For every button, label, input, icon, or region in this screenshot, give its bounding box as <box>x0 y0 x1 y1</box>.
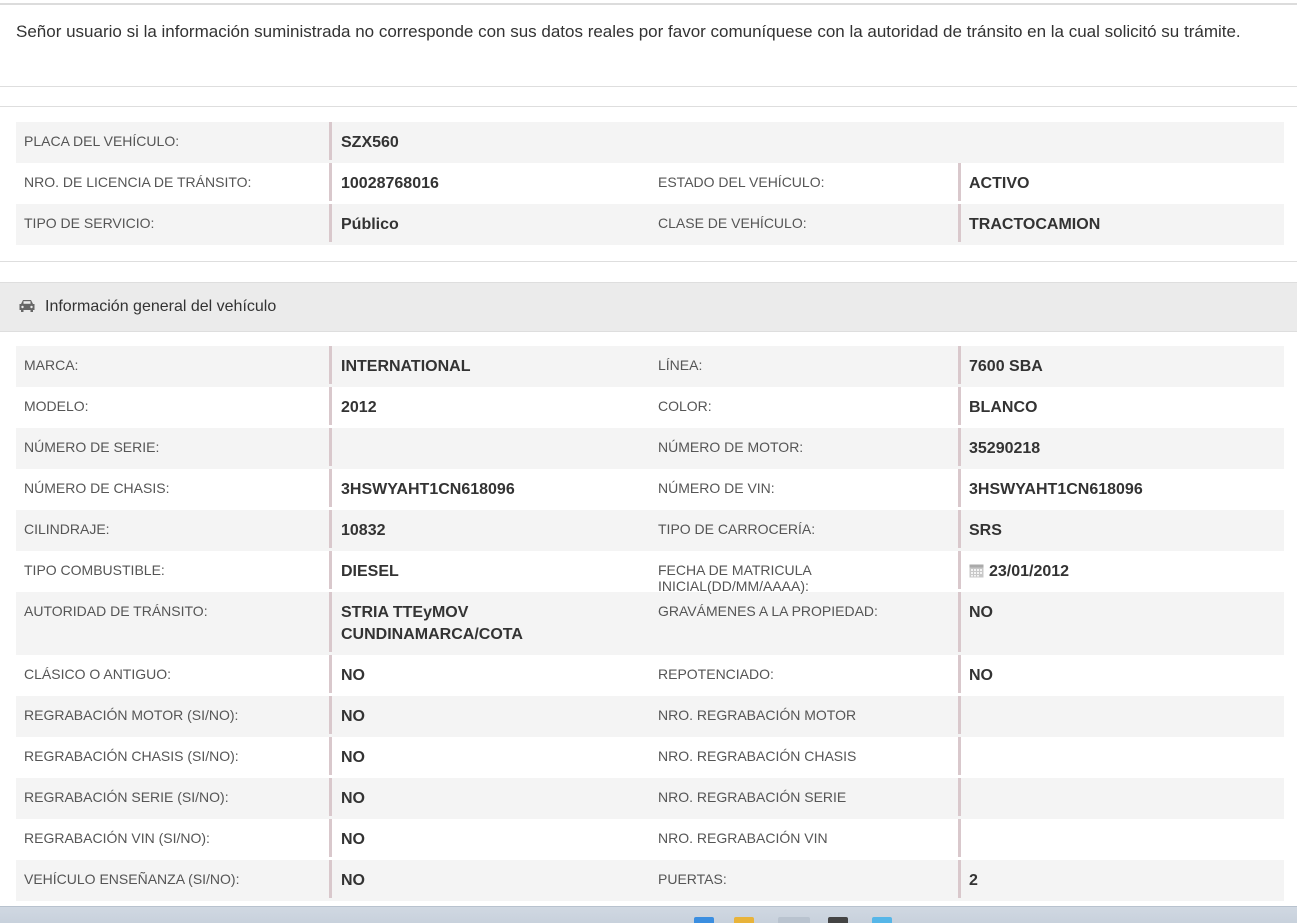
doors-value: 2 <box>958 860 1284 898</box>
detail-row: CILINDRAJE: 10832 TIPO DE CARROCERÍA: SR… <box>16 510 1284 551</box>
top-border <box>0 3 1297 5</box>
registration-date-label: FECHA DE MATRICULA INICIAL(DD/MM/AAAA): <box>658 562 811 594</box>
chassis-number-label: NÚMERO DE CHASIS: <box>24 480 170 496</box>
app-icon[interactable] <box>872 917 892 923</box>
transit-authority-label: AUTORIDAD DE TRÁNSITO: <box>24 603 208 619</box>
status-value: ACTIVO <box>958 163 1284 201</box>
car-icon <box>19 300 35 312</box>
body-type-value: SRS <box>958 510 1284 548</box>
line-label: LÍNEA: <box>658 357 703 373</box>
chassis-regrab-number-label: NRO. REGRABACIÓN CHASIS <box>658 748 857 764</box>
summary-row-plate: PLACA DEL VEHÍCULO: SZX560 <box>16 122 1284 163</box>
chassis-number-value: 3HSWYAHT1CN618096 <box>329 469 651 507</box>
model-label: MODELO: <box>24 398 89 414</box>
displacement-value: 10832 <box>329 510 651 548</box>
folder-icon[interactable] <box>734 917 754 923</box>
section-header: Información general del vehículo <box>0 282 1297 332</box>
license-label: NRO. DE LICENCIA DE TRÁNSITO: <box>24 174 252 190</box>
engine-regrab-number-value <box>958 696 1284 734</box>
serial-regrab-number-value <box>958 778 1284 816</box>
divider <box>0 106 1297 107</box>
vin-value: 3HSWYAHT1CN618096 <box>958 469 1284 507</box>
browser-active-icon[interactable] <box>778 917 810 923</box>
transit-authority-line1: STRIA TTEyMOV <box>341 604 469 621</box>
plate-value: SZX560 <box>329 122 651 160</box>
color-label: COLOR: <box>658 398 712 414</box>
line-value: 7600 SBA <box>958 346 1284 384</box>
classic-value: NO <box>329 655 651 693</box>
doors-label: PUERTAS: <box>658 871 727 887</box>
vehicle-details-panel: MARCA: INTERNATIONAL LÍNEA: 7600 SBA MOD… <box>16 346 1284 901</box>
plate-label: PLACA DEL VEHÍCULO: <box>24 133 180 149</box>
summary-row-service: TIPO DE SERVICIO: Público CLASE DE VEHÍC… <box>16 204 1284 245</box>
fuel-type-value: DIESEL <box>329 551 651 589</box>
fuel-type-label: TIPO COMBUSTIBLE: <box>24 562 165 578</box>
license-value: 10028768016 <box>329 163 651 201</box>
model-value: 2012 <box>329 387 651 425</box>
class-label: CLASE DE VEHÍCULO: <box>658 215 807 231</box>
serial-regrab-label: REGRABACIÓN SERIE (SI/NO): <box>24 789 229 805</box>
engine-regrab-value: NO <box>329 696 651 734</box>
vin-label: NÚMERO DE VIN: <box>658 480 775 496</box>
displacement-label: CILINDRAJE: <box>24 521 110 537</box>
class-value: TRACTOCAMION <box>958 204 1284 242</box>
registration-date-value: 23/01/2012 <box>989 563 1070 580</box>
body-type-label: TIPO DE CARROCERÍA: <box>658 521 816 537</box>
detail-row: CLÁSICO O ANTIGUO: NO REPOTENCIADO: NO <box>16 655 1284 696</box>
divider <box>0 261 1297 262</box>
vin-regrab-label: REGRABACIÓN VIN (SI/NO): <box>24 830 210 846</box>
brand-value: INTERNATIONAL <box>329 346 651 384</box>
detail-row: VEHÍCULO ENSEÑANZA (SI/NO): NO PUERTAS: … <box>16 860 1284 901</box>
liens-label: GRAVÁMENES A LA PROPIEDAD: <box>658 603 878 619</box>
detail-row: REGRABACIÓN MOTOR (SI/NO): NO NRO. REGRA… <box>16 696 1284 737</box>
detail-row: MODELO: 2012 COLOR: BLANCO <box>16 387 1284 428</box>
service-label: TIPO DE SERVICIO: <box>24 215 155 231</box>
repowered-value: NO <box>958 655 1284 693</box>
teaching-vehicle-value: NO <box>329 860 651 898</box>
engine-number-label: NÚMERO DE MOTOR: <box>658 439 804 455</box>
detail-row: MARCA: INTERNATIONAL LÍNEA: 7600 SBA <box>16 346 1284 387</box>
serial-regrab-value: NO <box>329 778 651 816</box>
transit-authority-line2: CUNDINAMARCA/COTA <box>341 626 523 643</box>
serial-number-label: NÚMERO DE SERIE: <box>24 439 160 455</box>
brand-label: MARCA: <box>24 357 79 373</box>
chassis-regrab-number-value <box>958 737 1284 775</box>
teaching-vehicle-label: VEHÍCULO ENSEÑANZA (SI/NO): <box>24 871 240 887</box>
status-label: ESTADO DEL VEHÍCULO: <box>658 174 825 190</box>
os-taskbar <box>0 906 1297 923</box>
chassis-regrab-label: REGRABACIÓN CHASIS (SI/NO): <box>24 748 239 764</box>
service-value: Público <box>329 204 651 242</box>
registration-date-cell: 23/01/2012 <box>958 551 1284 589</box>
serial-number-value <box>329 428 651 466</box>
detail-row: REGRABACIÓN CHASIS (SI/NO): NO NRO. REGR… <box>16 737 1284 778</box>
divider <box>0 86 1297 87</box>
detail-row: NÚMERO DE SERIE: NÚMERO DE MOTOR: 352902… <box>16 428 1284 469</box>
color-value: BLANCO <box>958 387 1284 425</box>
liens-value: NO <box>958 592 1284 652</box>
summary-row-license: NRO. DE LICENCIA DE TRÁNSITO: 1002876801… <box>16 163 1284 204</box>
serial-regrab-number-label: NRO. REGRABACIÓN SERIE <box>658 789 847 805</box>
start-icon[interactable] <box>694 917 714 923</box>
app-icon[interactable] <box>828 917 848 923</box>
engine-regrab-label: REGRABACIÓN MOTOR (SI/NO): <box>24 707 239 723</box>
detail-row: REGRABACIÓN VIN (SI/NO): NO NRO. REGRABA… <box>16 819 1284 860</box>
repowered-label: REPOTENCIADO: <box>658 666 774 682</box>
detail-row: TIPO COMBUSTIBLE: DIESEL FECHA DE MATRIC… <box>16 551 1284 594</box>
info-notice: Señor usuario si la información suminist… <box>16 22 1241 41</box>
chassis-regrab-value: NO <box>329 737 651 775</box>
engine-number-value: 35290218 <box>958 428 1284 466</box>
vin-regrab-number-label: NRO. REGRABACIÓN VIN <box>658 830 828 846</box>
detail-row: AUTORIDAD DE TRÁNSITO: STRIA TTEyMOV CUN… <box>16 592 1284 655</box>
engine-regrab-number-label: NRO. REGRABACIÓN MOTOR <box>658 707 857 723</box>
vin-regrab-number-value <box>958 819 1284 857</box>
vehicle-summary-panel: PLACA DEL VEHÍCULO: SZX560 NRO. DE LICEN… <box>16 122 1284 245</box>
section-title: Información general del vehículo <box>45 298 277 315</box>
detail-row: REGRABACIÓN SERIE (SI/NO): NO NRO. REGRA… <box>16 778 1284 819</box>
vin-regrab-value: NO <box>329 819 651 857</box>
detail-row: NÚMERO DE CHASIS: 3HSWYAHT1CN618096 NÚME… <box>16 469 1284 510</box>
calendar-icon <box>969 564 984 578</box>
classic-label: CLÁSICO O ANTIGUO: <box>24 666 172 682</box>
transit-authority-value: STRIA TTEyMOV CUNDINAMARCA/COTA <box>329 592 651 652</box>
